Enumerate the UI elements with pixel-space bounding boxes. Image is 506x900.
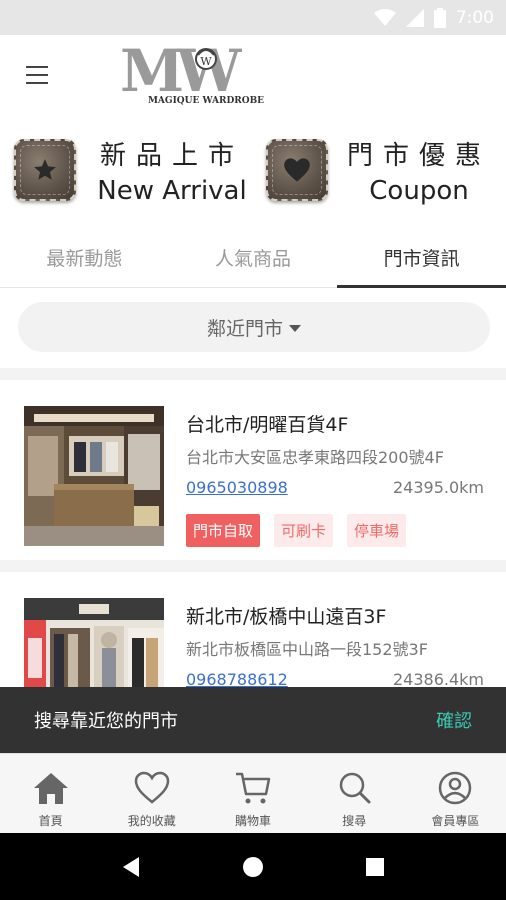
store-distance: 24395.0km [392,478,484,497]
new-arrival-cn: 新品上市 [99,140,244,171]
store-name: 台北市/明曜百貨4F [186,414,349,436]
nav-cart[interactable]: 購物車 [202,754,303,833]
nav-favorites-label: 我的收藏 [127,814,176,828]
home-circle-icon[interactable] [233,847,273,887]
nav-favorites[interactable]: 我的收藏 [101,754,202,833]
nav-member-label: 會員專區 [431,814,480,828]
snackbar-message: 搜尋靠近您的門市 [34,711,178,732]
clock: 7:00 [455,7,494,28]
store-name: 新北市/板橋中山遠百3F [186,606,387,628]
heart-icon [266,139,328,201]
bottom-nav: 首頁 我的收藏 購物車 搜尋 會員專區 [0,753,506,833]
account-icon [439,771,472,805]
tab-bar: 最新動態 人氣商品 門市資訊 [0,222,506,288]
brand-logo[interactable]: MW W MAGIQUE WARDROBE [120,43,292,105]
tag-store-pickup: 門市自取 [186,514,261,547]
snackbar: 搜尋靠近您的門市 確認 [0,687,506,753]
new-arrival-en: New Arrival [97,175,247,206]
tag-parking: 停車場 [347,514,407,547]
system-nav-bar [0,833,506,900]
app-bar: MW W MAGIQUE WARDROBE [0,35,506,120]
nav-home[interactable]: 首頁 [0,754,101,833]
store-card[interactable]: 台北市/明曜百貨4F 台北市大安區忠孝東路四段200號4F 0965030898… [0,380,506,560]
store-phone-link[interactable]: 0965030898 [186,478,288,497]
new-arrival-promo[interactable]: 新品上市 New Arrival [14,130,254,210]
nav-search-label: 搜尋 [342,814,367,828]
nav-home-label: 首頁 [38,814,63,828]
cart-icon [236,772,271,804]
nav-cart-label: 購物車 [235,814,272,828]
logo-emblem-icon: W [195,48,217,70]
store-address: 新北市板橋區中山路一段152號3F [186,640,428,659]
menu-icon[interactable] [26,64,52,86]
signal-icon [405,8,424,27]
coupon-en: Coupon [369,175,469,206]
back-icon[interactable] [111,847,151,887]
tag-card-accepted: 可刷卡 [274,514,334,547]
battery-icon [433,7,446,28]
coupon-cn: 門市優惠 [346,140,491,171]
search-icon [339,772,371,804]
divider [0,560,506,572]
nav-search[interactable]: 搜尋 [304,754,405,833]
status-bar: 7:00 [0,0,506,35]
logo-text: MAGIQUE WARDROBE [148,96,264,105]
nav-member[interactable]: 會員專區 [405,754,506,833]
store-tags: 門市自取 可刷卡 停車場 [186,514,407,547]
tab-store-info[interactable]: 門市資訊 [337,222,506,288]
nearby-store-label: 鄰近門市 [206,317,283,340]
caret-down-icon [289,324,301,332]
tab-popular-products[interactable]: 人氣商品 [169,222,338,287]
filter-area: 鄰近門市 [0,288,506,368]
store-photo [24,406,164,546]
heart-outline-icon [134,771,170,804]
divider [0,368,506,380]
nearby-store-dropdown[interactable]: 鄰近門市 [18,302,490,352]
store-address: 台北市大安區忠孝東路四段200號4F [186,448,444,467]
recent-apps-icon[interactable] [355,847,395,887]
coupon-promo[interactable]: 門市優惠 Coupon [266,130,496,210]
home-icon [33,773,68,804]
tab-latest-news[interactable]: 最新動態 [0,222,169,287]
wifi-icon [373,8,396,26]
star-icon [14,139,76,201]
snackbar-confirm-button[interactable]: 確認 [436,707,472,733]
svg-text:W: W [200,55,212,68]
